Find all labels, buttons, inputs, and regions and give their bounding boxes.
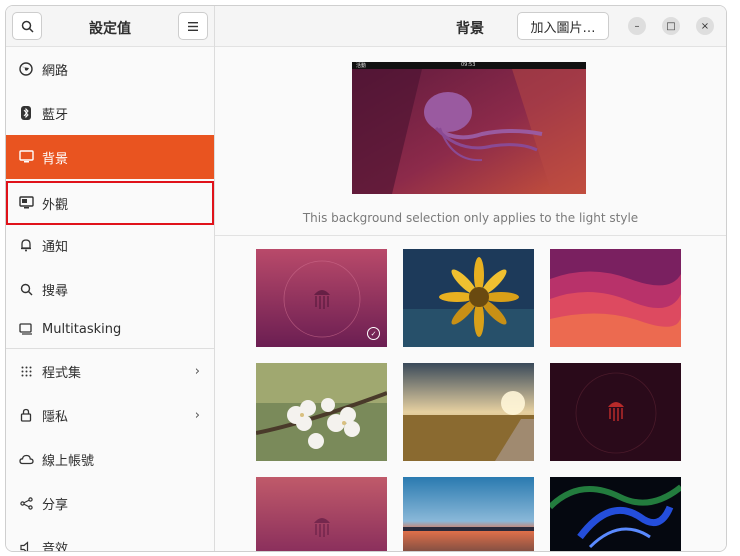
- light-style-note: This background selection only applies t…: [302, 211, 639, 225]
- sidebar-item-network[interactable]: 網路: [6, 47, 214, 91]
- minimize-button[interactable]: –: [628, 17, 646, 35]
- monitor-icon: [18, 149, 34, 165]
- speaker-icon: [18, 539, 34, 551]
- sidebar-item-label: Multitasking: [42, 321, 122, 337]
- wallpaper-thumbnail-aurora[interactable]: [550, 477, 681, 551]
- sidebar-item-label: 外觀: [42, 197, 69, 213]
- sidebar-item-label: 程式集: [42, 365, 82, 381]
- wallpaper-image: [403, 363, 534, 461]
- sidebar-item-appearance[interactable]: 外觀: [6, 181, 214, 225]
- menu-icon: [188, 21, 198, 31]
- wallpaper-thumbnail-white-blossoms[interactable]: [256, 363, 387, 461]
- preview-clock: 09:53: [461, 62, 476, 68]
- sidebar-item-label: 通知: [42, 239, 69, 255]
- sidebar: 設定值 網路 藍牙 背景 外觀 通知 搜尋 Multitasking 程式集 ›…: [6, 6, 215, 551]
- wallpaper-image: [256, 477, 387, 551]
- sidebar-item-sharing[interactable]: 分享: [6, 481, 214, 525]
- wallpaper-image: [550, 363, 681, 461]
- wallpaper-image: [550, 249, 681, 347]
- wallpaper-thumbnail-jellyfish-dark[interactable]: [550, 363, 681, 461]
- search-button[interactable]: [12, 12, 42, 40]
- sidebar-item-applications[interactable]: 程式集 ›: [6, 349, 214, 393]
- globe-icon: [18, 61, 34, 77]
- lock-icon: [18, 407, 34, 423]
- selected-check-icon: ✓: [367, 327, 380, 340]
- sidebar-title: 設定值: [89, 21, 131, 37]
- sidebar-item-label: 藍牙: [42, 107, 69, 123]
- page-title: 背景: [456, 21, 484, 37]
- close-button[interactable]: ×: [696, 17, 714, 35]
- main-header: 背景 加入圖片… – □ ×: [215, 6, 726, 47]
- apps-grid-icon: [18, 363, 34, 379]
- sidebar-item-privacy[interactable]: 隱私 ›: [6, 393, 214, 437]
- settings-window: 設定值 網路 藍牙 背景 外觀 通知 搜尋 Multitasking 程式集 ›…: [5, 5, 727, 552]
- sidebar-item-multitasking[interactable]: Multitasking: [6, 307, 214, 351]
- wallpaper-image: [256, 363, 387, 461]
- chevron-right-icon: ›: [194, 363, 200, 379]
- menu-button[interactable]: [178, 12, 208, 40]
- sidebar-item-label: 背景: [42, 151, 69, 167]
- sidebar-item-label: 搜尋: [42, 283, 69, 299]
- sidebar-item-label: 音效: [42, 541, 69, 552]
- sidebar-item-bluetooth[interactable]: 藍牙: [6, 91, 214, 135]
- bell-icon: [18, 237, 34, 253]
- sidebar-header: 設定值: [6, 6, 214, 47]
- wallpaper-thumbnail-sunset-field[interactable]: [403, 363, 534, 461]
- main-pane: 背景 加入圖片… – □ × 活動 09:53 This background …: [215, 6, 726, 551]
- bluetooth-icon: [18, 105, 34, 121]
- cloud-icon: [18, 451, 34, 467]
- preview-top-bar: 活動 09:53: [352, 62, 586, 69]
- chevron-right-icon: ›: [194, 407, 200, 423]
- sidebar-item-label: 線上帳號: [42, 453, 95, 469]
- add-picture-button[interactable]: 加入圖片…: [517, 12, 609, 40]
- preview-wallpaper: [352, 62, 586, 194]
- multitasking-icon: [18, 321, 34, 337]
- background-preview: 活動 09:53: [352, 62, 586, 194]
- wallpaper-thumbnail-sea-sunset[interactable]: [403, 477, 534, 551]
- sidebar-item-label: 分享: [42, 497, 69, 513]
- wallpaper-image: [403, 249, 534, 347]
- share-icon: [18, 495, 34, 511]
- sidebar-item-label: 隱私: [42, 409, 69, 425]
- sidebar-item-sound[interactable]: 音效: [6, 525, 214, 552]
- preview-activities-label: 活動: [356, 63, 367, 69]
- wallpaper-thumbnail-jellyfish-orange[interactable]: [256, 477, 387, 551]
- sidebar-item-background[interactable]: 背景: [6, 135, 214, 179]
- appearance-icon: [18, 195, 34, 211]
- sidebar-item-search[interactable]: 搜尋: [6, 267, 214, 311]
- sidebar-item-label: 網路: [42, 63, 69, 79]
- maximize-icon: □: [666, 20, 676, 32]
- wallpaper-thumbnail-jellyfish-purple[interactable]: ✓: [256, 249, 387, 347]
- wallpaper-image: [550, 477, 681, 551]
- wallpaper-thumbnail-yellow-flower[interactable]: [403, 249, 534, 347]
- maximize-button[interactable]: □: [662, 17, 680, 35]
- grid-divider: [215, 235, 726, 236]
- search-icon: [21, 20, 34, 33]
- wallpaper-image: [403, 477, 534, 551]
- sidebar-item-notifications[interactable]: 通知: [6, 223, 214, 267]
- wallpaper-thumbnail-pink-waves[interactable]: [550, 249, 681, 347]
- minimize-icon: –: [634, 20, 640, 32]
- close-icon: ×: [700, 20, 710, 32]
- sidebar-item-online-accounts[interactable]: 線上帳號: [6, 437, 214, 481]
- search-icon: [18, 281, 34, 297]
